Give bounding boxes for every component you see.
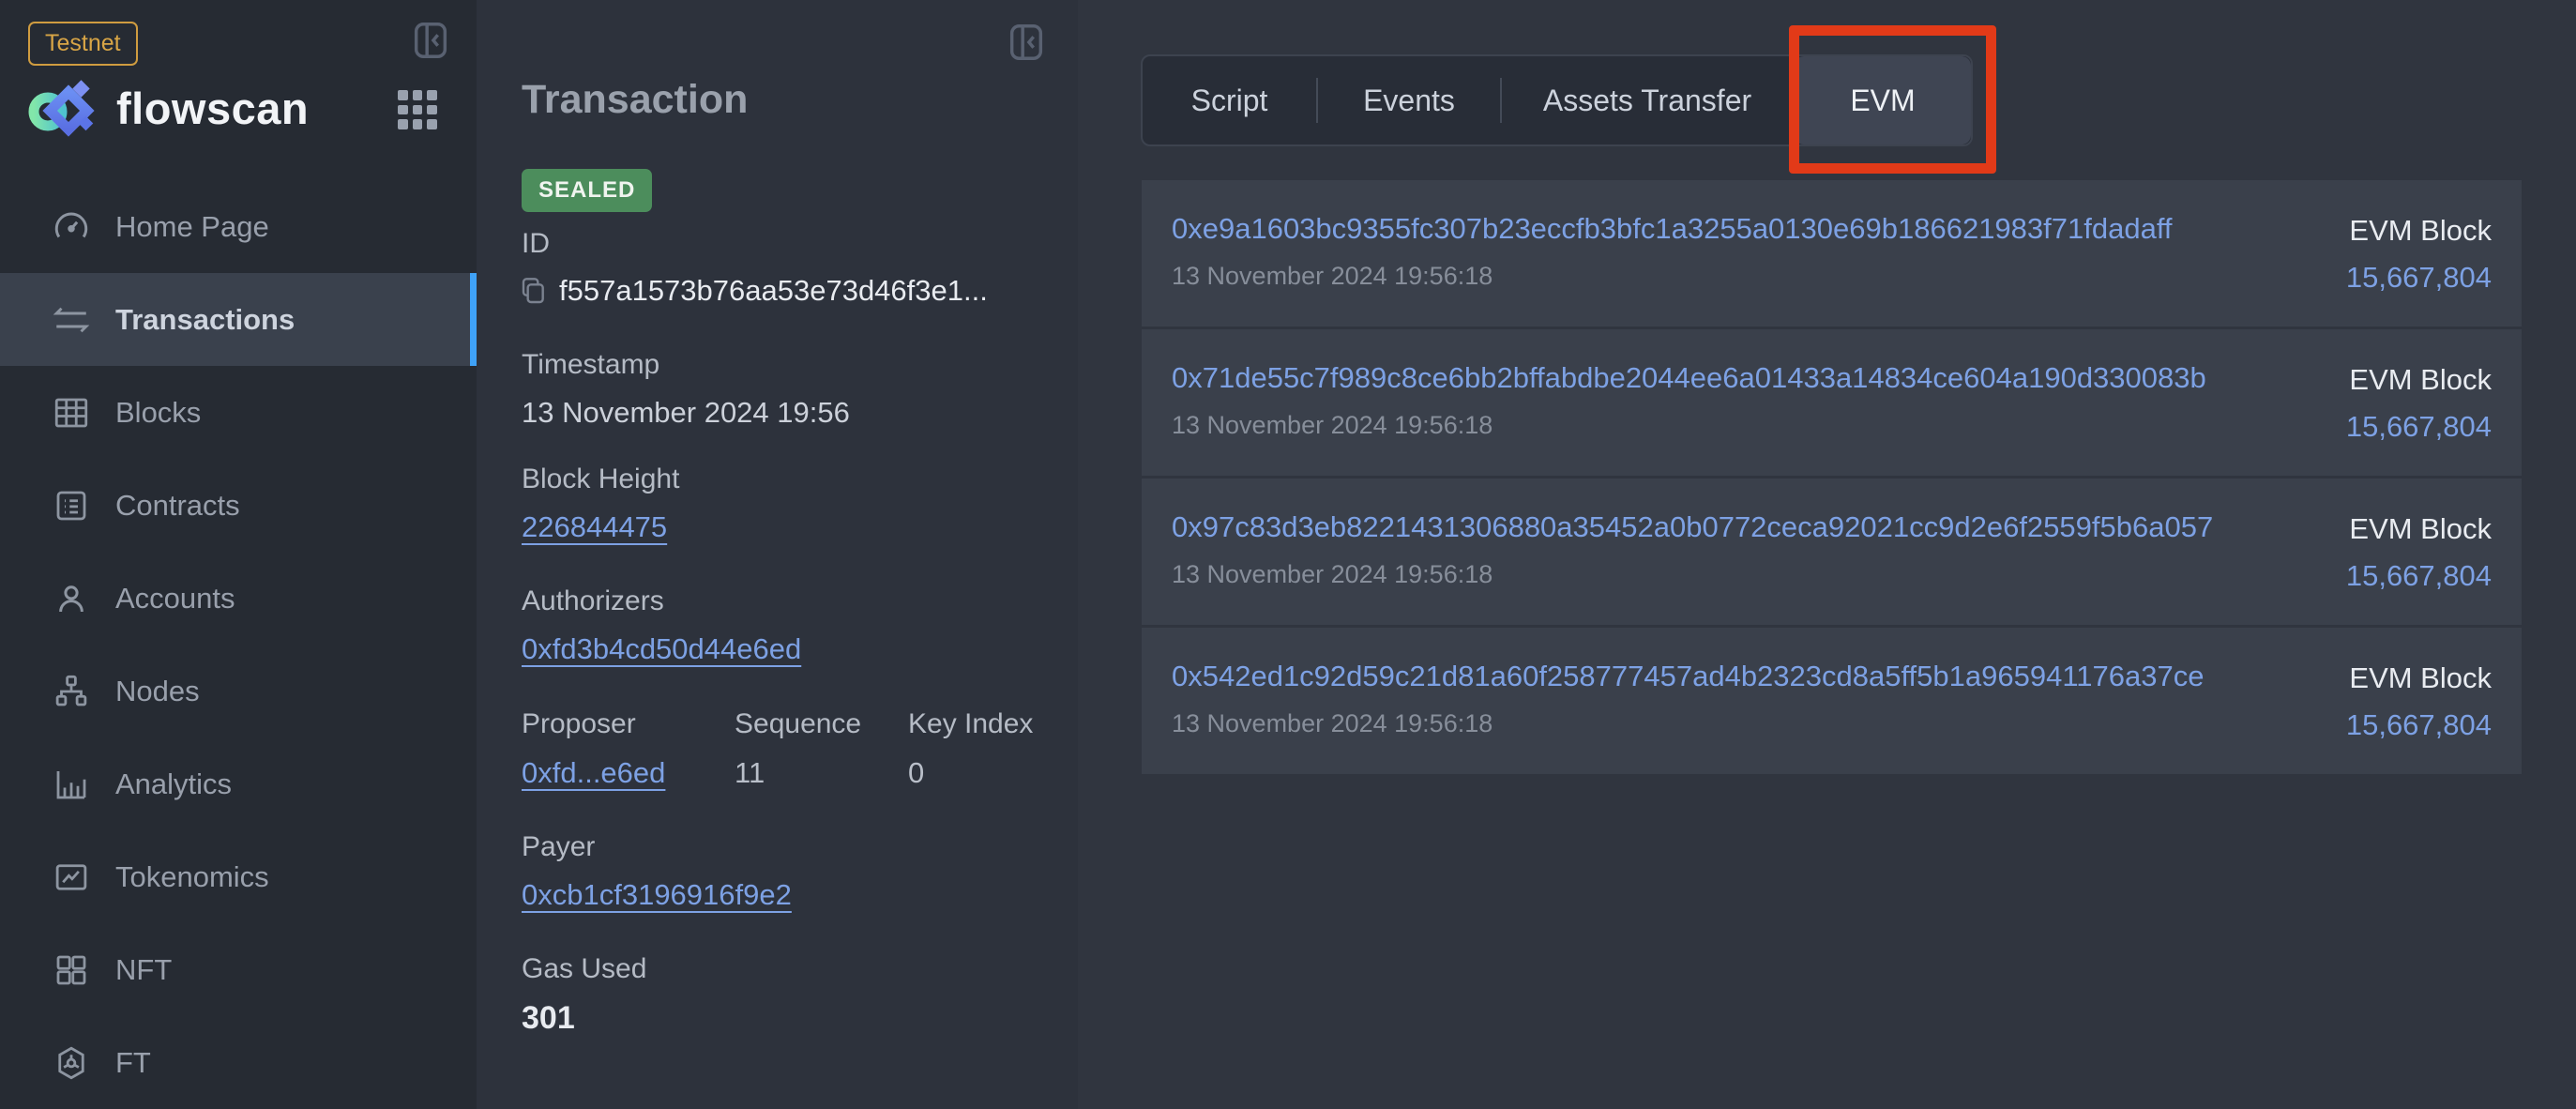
authorizers-label: Authorizers: [522, 585, 664, 617]
transaction-panel: Transaction SEALED ID f557a1573b76aa53e7…: [477, 0, 1078, 1109]
tab-label: Assets Transfer: [1543, 84, 1751, 118]
transaction-list: 0xe9a1603bc9355fc307b23eccfb3bfc1a3255a0…: [1142, 180, 2522, 777]
sequence-label: Sequence: [735, 708, 861, 740]
sidebar-item-label: NFT: [115, 953, 172, 987]
row-timestamp: 13 November 2024 19:56:18: [1172, 411, 2206, 440]
sidebar: Testnet flowscan: [0, 0, 477, 1109]
tab-assets-transfer[interactable]: Assets Transfer: [1502, 56, 1793, 144]
transaction-hash-link[interactable]: 0x71de55c7f989c8ce6bb2bffabdbe2044ee6a01…: [1172, 361, 2206, 395]
sidebar-item-label: Home Page: [115, 210, 269, 244]
nodes-icon: [52, 672, 91, 711]
sidebar-item-label: Blocks: [115, 396, 201, 430]
key-index-label: Key Index: [908, 708, 1033, 740]
brand-name: flowscan: [116, 83, 309, 134]
tab-events[interactable]: Events: [1318, 56, 1500, 144]
transaction-hash-link[interactable]: 0xe9a1603bc9355fc307b23eccfb3bfc1a3255a0…: [1172, 212, 2173, 246]
evm-block-link[interactable]: 15,667,804: [2346, 559, 2492, 593]
content-tabs: Script Events Assets Transfer EVM: [1141, 54, 1973, 146]
key-index-value: 0: [908, 756, 924, 790]
copy-icon[interactable]: [518, 274, 548, 308]
sidebar-nav: Home Page Transactions Blocks Contracts: [0, 180, 477, 1109]
ft-icon: [52, 1043, 91, 1083]
sidebar-item-label: Analytics: [115, 767, 232, 801]
transaction-row: 0xe9a1603bc9355fc307b23eccfb3bfc1a3255a0…: [1142, 180, 2522, 327]
transaction-id-label: ID: [522, 228, 550, 260]
sidebar-item-ft[interactable]: FT: [0, 1016, 477, 1109]
evm-block-link[interactable]: 15,667,804: [2346, 708, 2492, 742]
testnet-badge: Testnet: [28, 22, 138, 66]
sidebar-item-label: FT: [115, 1046, 151, 1080]
contracts-icon: [52, 486, 91, 525]
sidebar-item-blocks[interactable]: Blocks: [0, 366, 477, 459]
gas-used-label: Gas Used: [522, 953, 646, 985]
status-badge: SEALED: [522, 169, 652, 212]
sidebar-item-contracts[interactable]: Contracts: [0, 459, 477, 552]
tab-evm[interactable]: EVM: [1795, 56, 1971, 144]
page-title: Transaction: [522, 77, 748, 123]
row-timestamp: 13 November 2024 19:56:18: [1172, 560, 2213, 589]
payer-label: Payer: [522, 831, 595, 863]
evm-block-label: EVM Block: [2349, 363, 2492, 397]
transaction-row: 0x71de55c7f989c8ce6bb2bffabdbe2044ee6a01…: [1142, 329, 2522, 476]
sidebar-item-label: Accounts: [115, 582, 235, 615]
accounts-icon: [52, 579, 91, 618]
sidebar-item-label: Transactions: [115, 303, 295, 337]
sidebar-item-accounts[interactable]: Accounts: [0, 552, 477, 645]
row-timestamp: 13 November 2024 19:56:18: [1172, 709, 2204, 738]
transaction-hash-link[interactable]: 0x542ed1c92d59c21d81a60f258777457ad4b232…: [1172, 660, 2204, 693]
collapse-sidebar-icon: [409, 19, 452, 62]
apps-grid-icon[interactable]: [398, 90, 437, 129]
transaction-hash-link[interactable]: 0x97c83d3eb8221431306880a35452a0b0772cec…: [1172, 510, 2213, 544]
evm-block-link[interactable]: 15,667,804: [2346, 261, 2492, 295]
sidebar-item-label: Contracts: [115, 489, 240, 523]
blocks-icon: [52, 393, 91, 433]
transfer-icon: [52, 300, 91, 340]
timestamp-value: 13 November 2024 19:56: [522, 396, 850, 430]
evm-block-label: EVM Block: [2349, 512, 2492, 546]
authorizer-link[interactable]: 0xfd3b4cd50d44e6ed: [522, 632, 801, 666]
proposer-link[interactable]: 0xfd...e6ed: [522, 756, 665, 790]
transaction-id-value: f557a1573b76aa53e73d46f3e1...: [559, 274, 988, 308]
sidebar-item-home-page[interactable]: Home Page: [0, 180, 477, 273]
main-content: Script Events Assets Transfer EVM 0xe9a1…: [1078, 0, 2576, 1109]
panel-collapse-button[interactable]: [1005, 21, 1048, 64]
evm-block-label: EVM Block: [2349, 661, 2492, 695]
block-height-label: Block Height: [522, 463, 679, 495]
tab-label: Events: [1363, 84, 1455, 118]
sidebar-item-nft[interactable]: NFT: [0, 923, 477, 1016]
sidebar-item-label: Nodes: [115, 675, 200, 708]
sidebar-item-tokenomics[interactable]: Tokenomics: [0, 830, 477, 923]
transaction-row: 0x542ed1c92d59c21d81a60f258777457ad4b232…: [1142, 628, 2522, 774]
nft-icon: [52, 950, 91, 990]
sidebar-item-transactions[interactable]: Transactions: [0, 273, 477, 366]
evm-block-link[interactable]: 15,667,804: [2346, 410, 2492, 444]
tab-label: EVM: [1850, 84, 1915, 118]
proposer-label: Proposer: [522, 708, 636, 740]
sidebar-item-analytics[interactable]: Analytics: [0, 737, 477, 830]
block-height-link[interactable]: 226844475: [522, 510, 667, 544]
gas-used-value: 301: [522, 1000, 575, 1037]
payer-link[interactable]: 0xcb1cf3196916f9e2: [522, 878, 792, 912]
analytics-icon: [52, 765, 91, 804]
tab-script[interactable]: Script: [1143, 56, 1316, 144]
sidebar-collapse-button[interactable]: [409, 19, 452, 62]
transaction-row: 0x97c83d3eb8221431306880a35452a0b0772cec…: [1142, 479, 2522, 625]
sidebar-item-label: Tokenomics: [115, 860, 269, 894]
flowscan-logo: [28, 77, 96, 139]
collapse-panel-icon: [1005, 21, 1048, 64]
sequence-value: 11: [735, 756, 765, 790]
tab-label: Script: [1191, 84, 1268, 118]
timestamp-label: Timestamp: [522, 349, 659, 381]
evm-block-label: EVM Block: [2349, 214, 2492, 248]
tokenomics-icon: [52, 858, 91, 897]
sidebar-item-nodes[interactable]: Nodes: [0, 645, 477, 737]
row-timestamp: 13 November 2024 19:56:18: [1172, 262, 2173, 291]
gauge-icon: [52, 207, 91, 247]
